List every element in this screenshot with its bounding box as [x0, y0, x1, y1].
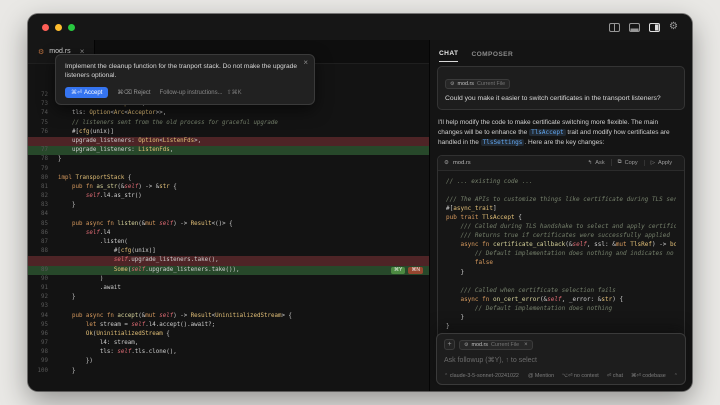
model-selector[interactable]: ⌃ claude-3-5-sonnet-20241022 — [444, 373, 519, 379]
chat-code-line: async fn on_cert_error(&self, _error: &s… — [446, 295, 676, 304]
code-line: 89 Some(self.upgrade_listeners.take()),⌘… — [28, 266, 429, 275]
code-line: 74 tls: Option<Arc<Acceptor>>, — [28, 109, 429, 118]
apply-icon: ▷ — [651, 160, 655, 166]
chat-code-line: } — [446, 313, 676, 322]
ask-icon: ↰ — [588, 160, 593, 166]
chat-code-line: // Default implementation does nothing — [446, 304, 676, 313]
code-line: 100 } — [28, 367, 429, 376]
hint-no-context[interactable]: ⌥⏎ no context — [562, 373, 599, 379]
code-line: 99 }) — [28, 357, 429, 366]
remove-context-icon[interactable]: × — [524, 342, 528, 348]
mention-button[interactable]: @ Mention — [528, 373, 554, 379]
rust-file-icon: ⚙ — [450, 81, 454, 87]
tab-composer[interactable]: COMPOSER — [471, 51, 513, 62]
code-line: 88 #[cfg(unix)] — [28, 247, 429, 256]
chat-input-box[interactable]: + ⚙ mod.rs Current File × Ask followup (… — [436, 333, 686, 385]
toggle-sidebar-icon[interactable] — [649, 23, 660, 32]
chat-code-line: /// Called during TLS handshake to selec… — [446, 222, 676, 231]
code-line: 98 tls: self.tls.clone(), — [28, 348, 429, 357]
code-line: 81 pub fn as_str(&self) -> &str { — [28, 183, 429, 192]
code-line: 94 pub async fn accept(&mut self) -> Res… — [28, 312, 429, 321]
code-line: 87 .listen( — [28, 238, 429, 247]
diff-reject-badge[interactable]: ⌘N — [408, 267, 423, 274]
user-message-card: ⚙ mod.rs Current File Could you make it … — [437, 66, 685, 110]
input-context-chip[interactable]: ⚙ mod.rs Current File × — [459, 340, 533, 350]
code-line: 96 Ok(UninitializedStream { — [28, 330, 429, 339]
code-line: 77 upgrade_listeners: ListenFds, — [28, 146, 429, 155]
chat-code-line: /// Called when certificate selection fa… — [446, 286, 676, 295]
code-line: 78} — [28, 155, 429, 164]
code-line: 85 pub async fn listen(&mut self) -> Res… — [28, 220, 429, 229]
editor-pane: ⚙ mod.rs × Implement the cleanup functio… — [28, 40, 429, 391]
reject-button[interactable]: ⌘⌫ Reject — [117, 89, 150, 96]
inline-edit-prompt: Implement the cleanup function for the t… — [55, 54, 315, 105]
code-line: 82 self.l4.as_str() — [28, 192, 429, 201]
chat-code-line: #[async_trait] — [446, 204, 676, 213]
chat-code-line: /// Returns true if certificates were su… — [446, 231, 676, 240]
expand-hints-icon[interactable]: ⌃ — [674, 373, 678, 379]
titlebar: ⚙ — [28, 14, 692, 40]
chat-code-line: false — [446, 258, 676, 267]
tab-chat[interactable]: CHAT — [439, 50, 458, 62]
chat-code-filename: mod.rs — [453, 160, 471, 166]
apply-button[interactable]: ▷Apply — [644, 160, 678, 166]
split-editor-icon[interactable] — [609, 23, 620, 32]
chat-code-line: // Default implementation does nothing a… — [446, 249, 676, 258]
zoom-window-button[interactable] — [68, 24, 75, 31]
code-line: 92 } — [28, 293, 429, 302]
input-hints: ⌥⏎ no context ⏎ chat ⌘⏎ codebase — [562, 373, 666, 379]
prompt-close-icon[interactable]: × — [303, 58, 308, 67]
code-line: self.upgrade_listeners.take(), — [28, 256, 429, 265]
rust-file-icon: ⚙ — [444, 160, 449, 166]
code-line: 90 ) — [28, 275, 429, 284]
code-line: 95 let stream = self.l4.accept().await?; — [28, 321, 429, 330]
accept-button[interactable]: ⌘⏎Accept — [65, 87, 108, 98]
code-line: 86 self.l4 — [28, 229, 429, 238]
chat-code-line — [446, 186, 676, 195]
user-message-text: Could you make it easier to switch certi… — [445, 94, 677, 103]
assistant-message-text: I'll help modify the code to make certif… — [437, 118, 685, 149]
code-line: 91 .await — [28, 284, 429, 293]
code-line: 75 // listeners sent from the old proces… — [28, 119, 429, 128]
chat-pane: CHAT COMPOSER ⚙ mod.rs Current File Coul… — [429, 40, 692, 391]
context-file-chip[interactable]: ⚙ mod.rs Current File — [445, 79, 510, 89]
code-line: 97 l4: stream, — [28, 339, 429, 348]
rust-file-icon: ⚙ — [464, 342, 468, 348]
chat-code-line — [446, 277, 676, 286]
app-window: ⚙ ⚙ mod.rs × Implement the cleanup funct… — [28, 14, 692, 391]
traffic-lights — [42, 24, 75, 31]
editor-code-lines: 72pub(crate) struct TransportStack {73 l… — [28, 64, 429, 376]
code-line: 83 } — [28, 201, 429, 210]
settings-gear-icon[interactable]: ⚙ — [669, 22, 678, 32]
add-context-button[interactable]: + — [444, 339, 455, 350]
chat-code-line: /// The APIs to customize things like ce… — [446, 195, 676, 204]
diff-accept-badge[interactable]: ⌘Y — [391, 267, 405, 274]
code-line: 80impl TransportStack { — [28, 174, 429, 183]
chat-code-line: pub trait TlsAccept { — [446, 213, 676, 222]
chat-input-placeholder[interactable]: Ask followup (⌘Y), ↑ to select — [444, 356, 678, 364]
hint-codebase[interactable]: ⌘⏎ codebase — [631, 373, 666, 379]
code-line: 84 — [28, 210, 429, 219]
close-window-button[interactable] — [42, 24, 49, 31]
prompt-text: Implement the cleanup function for the t… — [65, 62, 305, 81]
followup-instructions-button[interactable]: Follow-up instructions...⇧⌘K — [160, 89, 242, 96]
chat-tabs: CHAT COMPOSER — [437, 40, 685, 62]
toggle-panel-icon[interactable] — [629, 23, 640, 32]
chat-code-line: } — [446, 268, 676, 277]
ask-button[interactable]: ↰Ask — [582, 160, 611, 166]
copy-button[interactable]: ⧉Copy — [611, 159, 644, 166]
hint-chat[interactable]: ⏎ chat — [607, 373, 623, 379]
chat-code-header: ⚙ mod.rs ↰Ask ⧉Copy ▷Apply — [438, 156, 684, 171]
chat-code-line: async fn certificate_callback(&self, ssl… — [446, 240, 676, 249]
chat-code-line: // ... existing code ... — [446, 177, 676, 186]
minimize-window-button[interactable] — [55, 24, 62, 31]
copy-icon: ⧉ — [618, 159, 622, 166]
code-line: 76 #[cfg(unix)] — [28, 128, 429, 137]
code-line: upgrade_listeners: Option<ListenFds>, — [28, 137, 429, 146]
chat-code-line: } — [446, 322, 676, 331]
code-line: 79 — [28, 165, 429, 174]
rust-file-icon: ⚙ — [38, 48, 44, 56]
code-line: 93 — [28, 302, 429, 311]
